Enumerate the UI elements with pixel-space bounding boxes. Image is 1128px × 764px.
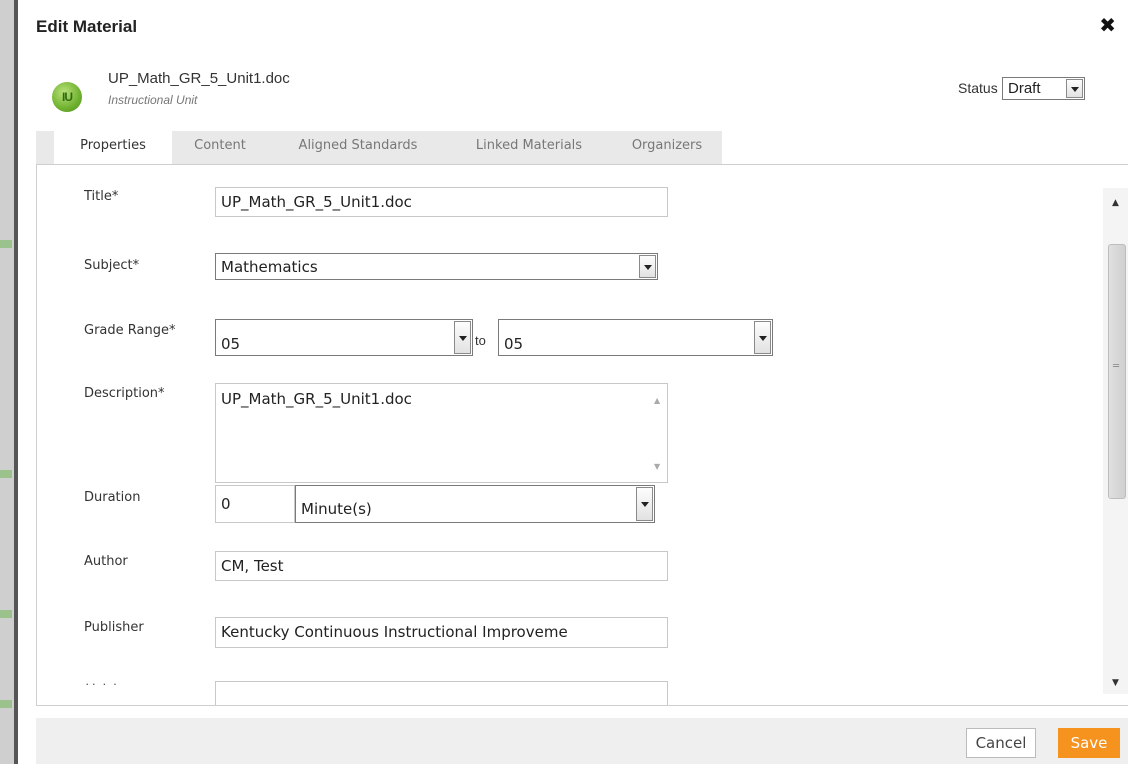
scroll-down-icon[interactable]: ▼: [1112, 678, 1119, 688]
save-button[interactable]: Save: [1058, 728, 1120, 758]
material-name: UP_Math_GR_5_Unit1.doc: [108, 70, 290, 87]
tab-content[interactable]: Content: [176, 131, 264, 164]
background-artifact: [0, 470, 12, 478]
description-value: UP_Math_GR_5_Unit1.doc: [221, 390, 412, 408]
chevron-down-icon[interactable]: [636, 487, 653, 521]
background-artifact: [0, 240, 12, 248]
chevron-down-icon[interactable]: [454, 321, 471, 354]
background-page-strip: [0, 0, 18, 764]
description-label: Description*: [84, 386, 165, 401]
background-artifact: [0, 610, 12, 618]
tab-properties[interactable]: Properties: [54, 131, 172, 165]
subject-value: Mathematics: [221, 258, 318, 276]
grip-icon: ═: [1113, 361, 1120, 372]
background-artifact: [0, 700, 12, 708]
tab-aligned-standards[interactable]: Aligned Standards: [278, 131, 438, 164]
subject-select[interactable]: Mathematics: [215, 253, 658, 280]
author-input[interactable]: CM, Test: [215, 551, 668, 581]
properties-panel: Title* UP_Math_GR_5_Unit1.doc Subject* M…: [36, 164, 1128, 706]
grade-range-label: Grade Range*: [84, 323, 176, 338]
title-input[interactable]: UP_Math_GR_5_Unit1.doc: [215, 187, 668, 217]
grade-to-select[interactable]: 05: [498, 319, 773, 356]
chevron-down-icon[interactable]: [639, 255, 656, 278]
subject-label: Subject*: [84, 258, 140, 273]
dialog-footer: Cancel Save: [36, 718, 1128, 764]
chevron-down-icon[interactable]: [1066, 79, 1083, 98]
status-label: Status: [958, 80, 998, 96]
tab-linked-materials[interactable]: Linked Materials: [454, 131, 604, 164]
instructional-unit-icon: IU: [52, 82, 82, 112]
duration-unit-select[interactable]: Minute(s): [295, 485, 655, 523]
cancel-button[interactable]: Cancel: [966, 728, 1036, 758]
edit-material-dialog: Edit Material ✖ IU UP_Math_GR_5_Unit1.do…: [18, 0, 1128, 764]
scroll-up-icon[interactable]: ▲: [1112, 198, 1119, 208]
description-textarea[interactable]: UP_Math_GR_5_Unit1.doc ▲ ▼: [215, 383, 668, 483]
status-select[interactable]: Draft: [1002, 77, 1085, 100]
panel-scrollbar[interactable]: ▲ ═ ▼: [1103, 188, 1128, 694]
dialog-title: Edit Material: [36, 17, 138, 36]
scroll-up-icon[interactable]: ▲: [654, 392, 660, 410]
scrollbar-thumb[interactable]: ═: [1108, 244, 1126, 499]
chevron-down-icon[interactable]: [754, 321, 771, 354]
tab-organizers[interactable]: Organizers: [616, 131, 718, 164]
textarea-scrollbar[interactable]: ▲ ▼: [649, 384, 667, 482]
duration-label: Duration: [84, 490, 141, 505]
grade-from-value: 05: [221, 335, 241, 353]
publisher-input[interactable]: Kentucky Continuous Instructional Improv…: [215, 617, 668, 648]
author-label: Author: [84, 554, 128, 569]
grade-to-value: 05: [504, 335, 524, 353]
close-icon[interactable]: ✖: [1099, 13, 1116, 37]
material-type: Instructional Unit: [108, 93, 198, 107]
scroll-down-icon[interactable]: ▼: [654, 458, 660, 476]
tab-bar: Properties Content Aligned Standards Lin…: [36, 131, 722, 165]
next-field-input-cutoff[interactable]: [215, 681, 668, 705]
grade-from-select[interactable]: 05: [215, 319, 473, 356]
title-label: Title*: [84, 189, 119, 204]
status-value: Draft: [1008, 80, 1041, 97]
duration-unit-value: Minute(s): [301, 500, 372, 518]
grade-range-to-text: to: [475, 333, 486, 348]
keywords-label-cutoff: ˙˙ ˙ ˙: [84, 683, 119, 698]
duration-input[interactable]: 0: [215, 485, 295, 523]
publisher-label: Publisher: [84, 620, 144, 635]
